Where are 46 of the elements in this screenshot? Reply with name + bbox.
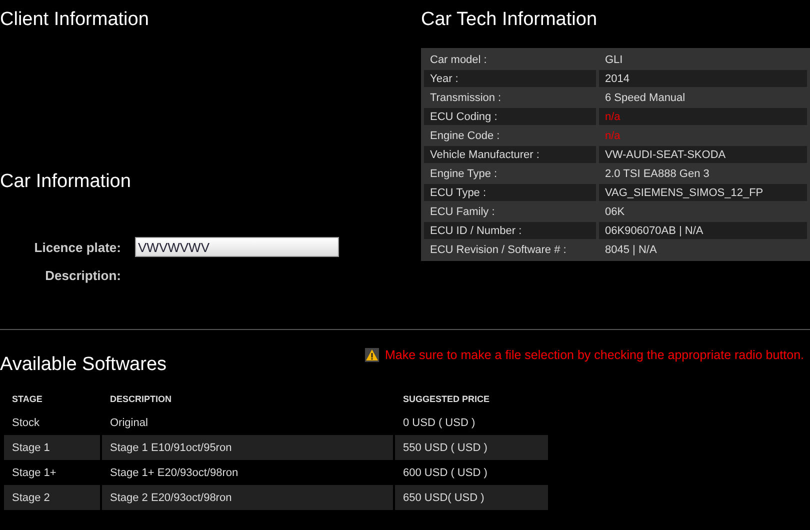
table-cell: ECU ID / Number :: [424, 222, 596, 239]
section-title: Client Information: [0, 9, 150, 31]
table-cell: VW-AUDI-SEAT-SKODA: [599, 146, 807, 163]
column-header: STAGE: [11, 393, 44, 406]
table-cell-text: ECU Family :: [429, 204, 496, 220]
table-cell-text: Original: [109, 416, 149, 430]
table-cell-text: n/a: [604, 128, 622, 144]
table-cell: ECU Coding :: [424, 108, 596, 125]
warning-icon: [365, 348, 379, 362]
table-cell: ECU Type :: [424, 184, 596, 201]
table-cell-text: 0 USD ( USD ): [402, 416, 476, 430]
section-title: Available Softwares: [0, 354, 167, 376]
table-cell: Stage 2: [4, 485, 100, 510]
table-cell-text: 600 USD ( USD ): [402, 466, 488, 480]
table-cell-text: Stock: [11, 416, 41, 430]
table-cell-text: 8045 | N/A: [604, 242, 658, 258]
column-header: SUGGESTED PRICE: [402, 393, 491, 406]
table-cell: Year :: [424, 70, 596, 87]
table-cell-text: Engine Code :: [429, 128, 501, 144]
table-cell: 06K906070AB | N/A: [599, 222, 807, 239]
table-cell: VAG_SIEMENS_SIMOS_12_FP: [599, 184, 807, 201]
table-cell: 650 USD( USD ): [395, 485, 548, 510]
field-label: Licence plate:: [33, 240, 121, 254]
table-cell: Stage 2 E20/93oct/98ron: [102, 485, 393, 510]
table-cell-text: ECU Revision / Software # :: [429, 242, 568, 258]
table-cell: Vehicle Manufacturer :: [424, 146, 596, 163]
table-cell: 2014: [599, 70, 807, 87]
section-title: Car Tech Information: [421, 9, 598, 31]
table-cell-text: Engine Type :: [429, 166, 498, 182]
licence-plate-field[interactable]: VWVWVWV: [135, 237, 339, 257]
table-cell-text: Stage 1+: [11, 466, 58, 480]
table-cell-text: GLI: [604, 52, 624, 68]
column-header: DESCRIPTION: [109, 393, 173, 406]
table-cell-text: 6 Speed Manual: [604, 90, 686, 106]
table-cell-text: 06K: [604, 204, 626, 220]
field-label: Description:: [44, 268, 121, 282]
table-cell-text: Transmission :: [429, 90, 502, 106]
table-cell-text: 2.0 TSI EA888 Gen 3: [604, 166, 710, 182]
table-cell: n/a: [599, 108, 807, 125]
table-cell: Stage 1: [4, 435, 100, 460]
table-cell-text: Stage 1+ E20/93oct/98ron: [109, 466, 240, 480]
table-cell: Stage 1 E10/91oct/95ron: [102, 435, 393, 460]
table-cell: 550 USD ( USD ): [395, 435, 548, 460]
warning-message: Make sure to make a file selection by checking the appropriate radio button.: [385, 348, 804, 362]
table-cell-text: Car model :: [429, 52, 488, 68]
section-title: Car Information: [0, 171, 132, 193]
